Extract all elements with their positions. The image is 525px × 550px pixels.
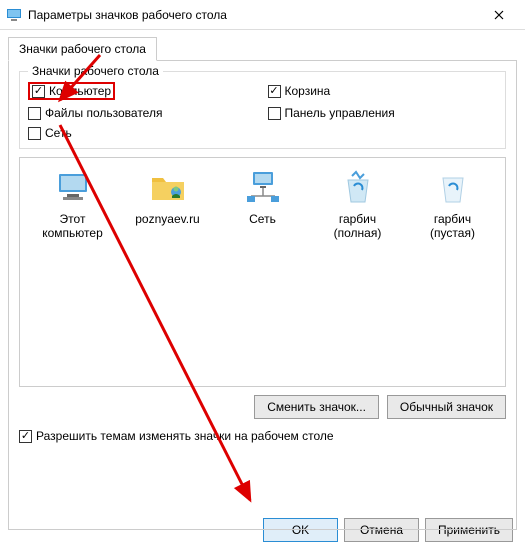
- network-icon: [243, 168, 283, 208]
- icon-item-network[interactable]: Сеть: [220, 168, 305, 226]
- recycle-bin-empty-icon: [433, 168, 473, 208]
- titlebar: Параметры значков рабочего стола: [0, 0, 525, 30]
- icon-item-this-pc[interactable]: Этот компьютер: [30, 168, 115, 241]
- tab-strip: Значки рабочего стола: [0, 30, 525, 60]
- checkbox-computer[interactable]: [32, 85, 45, 98]
- change-icon-button[interactable]: Сменить значок...: [254, 395, 379, 419]
- tab-panel: Значки рабочего стола Компьютер Корзина …: [8, 60, 517, 530]
- icon-item-bin-full[interactable]: гарбич (полная): [315, 168, 400, 241]
- this-pc-icon: [53, 168, 93, 208]
- checkbox-network[interactable]: [28, 127, 41, 140]
- close-button[interactable]: [479, 0, 519, 30]
- label-network[interactable]: Сеть: [45, 126, 72, 140]
- recycle-bin-full-icon: [338, 168, 378, 208]
- highlight-computer: Компьютер: [28, 82, 115, 100]
- default-icon-button[interactable]: Обычный значок: [387, 395, 506, 419]
- app-icon: [6, 7, 22, 23]
- checkbox-allow-themes[interactable]: [19, 430, 32, 443]
- label-controlpanel[interactable]: Панель управления: [285, 106, 395, 120]
- user-folder-icon: [148, 168, 188, 208]
- checkbox-userfiles[interactable]: [28, 107, 41, 120]
- icon-item-user-folder[interactable]: poznyaev.ru: [125, 168, 210, 226]
- label-recycle[interactable]: Корзина: [285, 84, 331, 98]
- icon-preview-list[interactable]: Этот компьютер poznyaev.ru Сеть гарбич (…: [19, 157, 506, 387]
- checkbox-recycle[interactable]: [268, 85, 281, 98]
- icon-item-bin-empty[interactable]: гарбич (пустая): [410, 168, 495, 241]
- label-computer[interactable]: Компьютер: [49, 84, 111, 98]
- tab-desktop-icons[interactable]: Значки рабочего стола: [8, 37, 157, 61]
- groupbox-title: Значки рабочего стола: [28, 64, 163, 78]
- label-userfiles[interactable]: Файлы пользователя: [45, 106, 162, 120]
- window-title: Параметры значков рабочего стола: [28, 8, 479, 22]
- checkbox-controlpanel[interactable]: [268, 107, 281, 120]
- icons-groupbox: Значки рабочего стола Компьютер Корзина …: [19, 71, 506, 149]
- label-allow-themes[interactable]: Разрешить темам изменять значки на рабоч…: [36, 429, 334, 443]
